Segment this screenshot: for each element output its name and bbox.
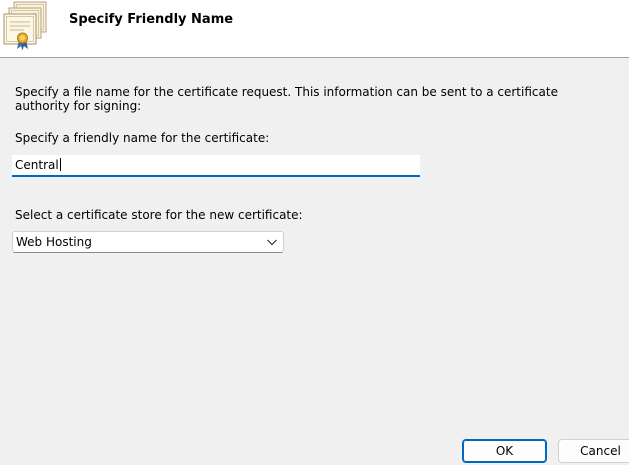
- wizard-header: Specify Friendly Name: [0, 0, 629, 58]
- certificate-store-label: Select a certificate store for the new c…: [15, 208, 303, 222]
- friendly-name-value: Central: [15, 158, 59, 172]
- certificate-icon: [3, 1, 47, 50]
- friendly-name-input[interactable]: Central: [12, 155, 420, 177]
- chevron-down-icon: [267, 239, 277, 246]
- page-title: Specify Friendly Name: [69, 12, 234, 27]
- friendly-name-label: Specify a friendly name for the certific…: [15, 131, 270, 145]
- description-text: Specify a file name for the certificate …: [15, 85, 558, 113]
- certificate-store-value: Web Hosting: [16, 235, 92, 249]
- certificate-store-select[interactable]: Web Hosting: [12, 231, 284, 253]
- text-caret: [59, 158, 61, 171]
- cancel-button[interactable]: Cancel: [558, 439, 629, 463]
- ok-button[interactable]: OK: [462, 439, 547, 463]
